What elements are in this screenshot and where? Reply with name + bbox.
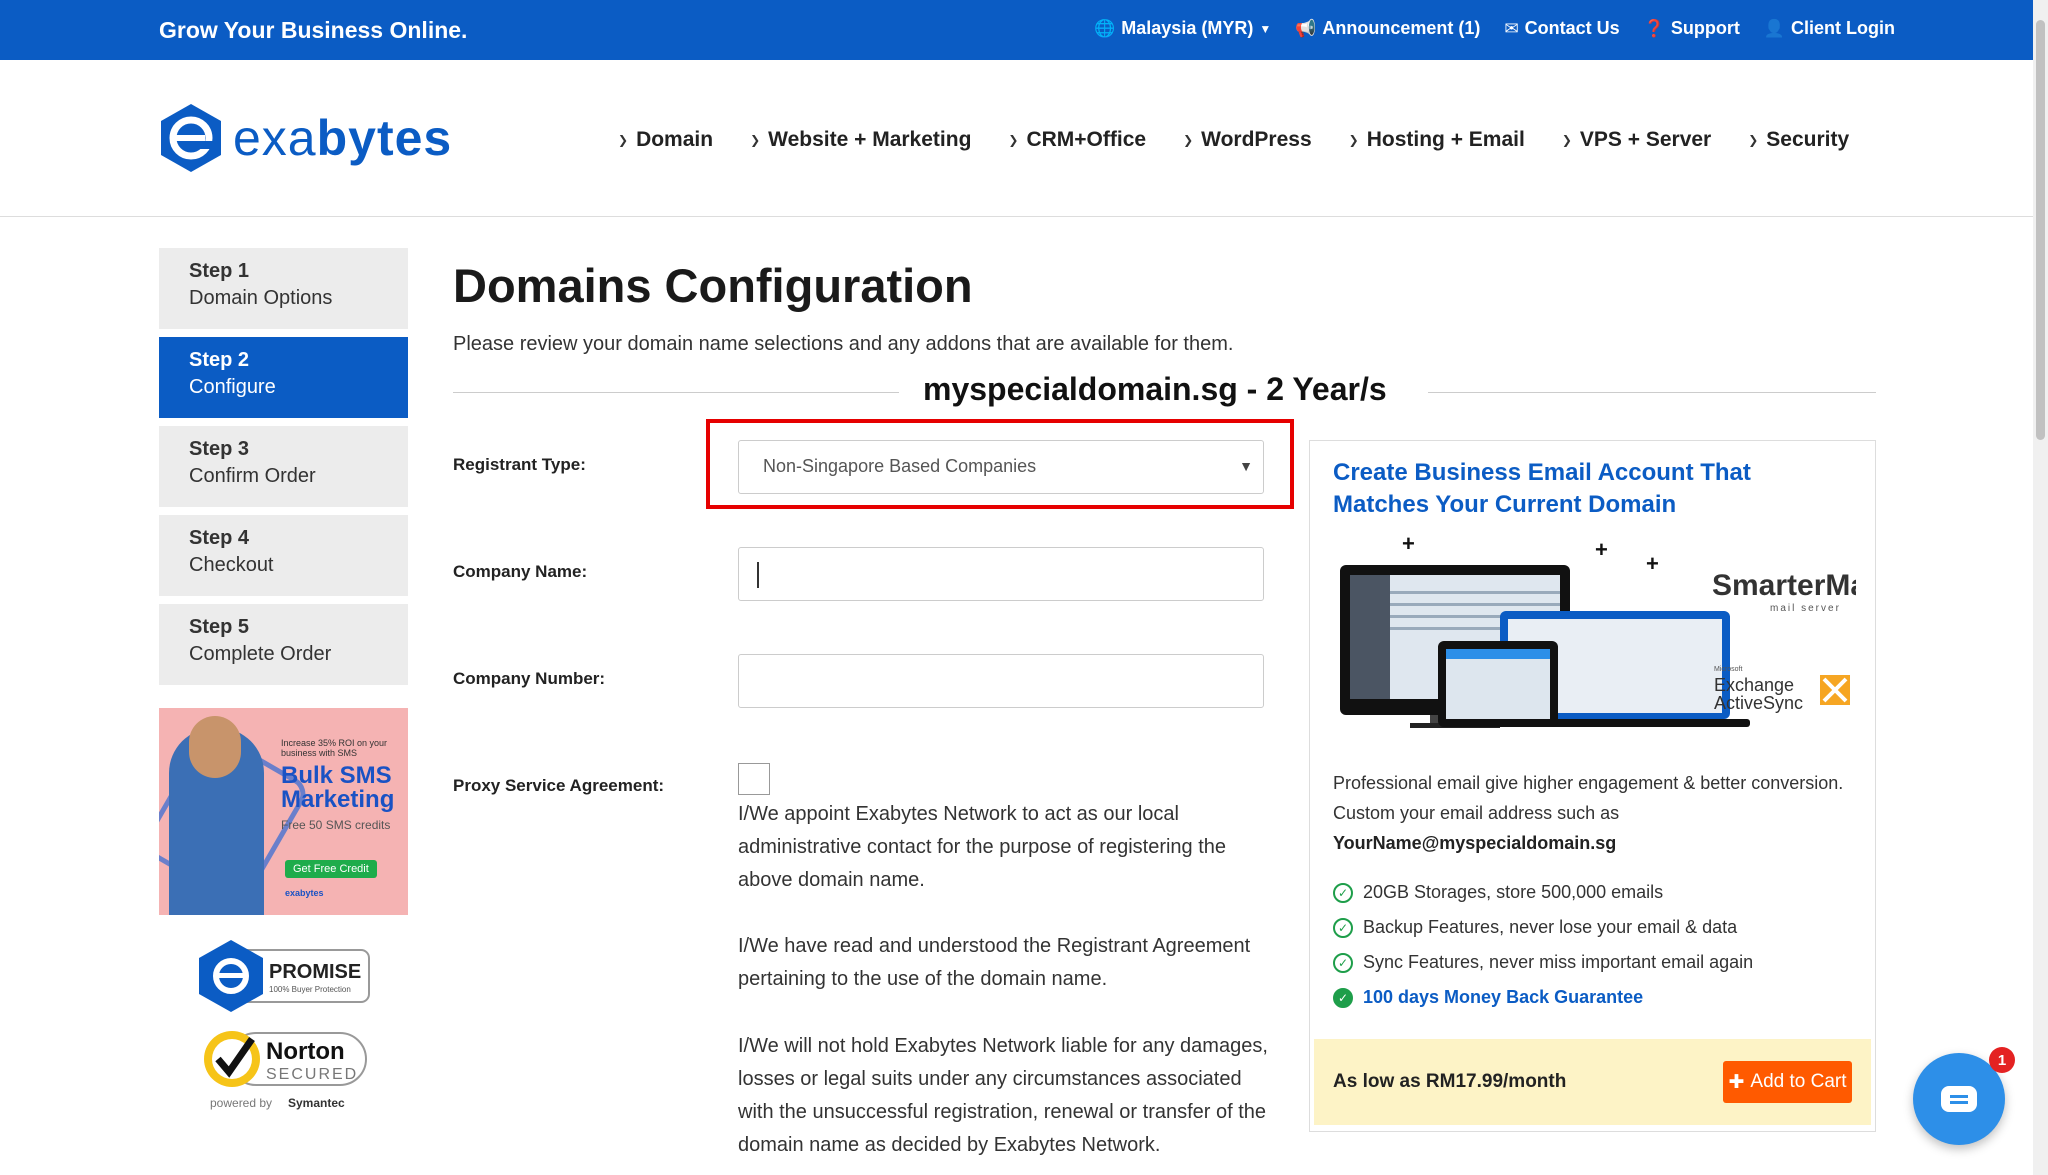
svg-text:+: + bbox=[1402, 531, 1415, 556]
company-name-input[interactable] bbox=[738, 547, 1264, 601]
chevron-down-icon: ❯ bbox=[750, 133, 761, 147]
chat-notification-badge: 1 bbox=[1989, 1047, 2015, 1073]
chevron-down-icon: ❯ bbox=[1348, 133, 1359, 147]
support-link[interactable]: ❓ Support bbox=[1644, 18, 1740, 39]
list-item: ✓ Sync Features, never miss important ema… bbox=[1333, 945, 1753, 980]
client-login-link[interactable]: 👤 Client Login bbox=[1764, 18, 1895, 39]
chevron-down-icon: ❯ bbox=[1561, 133, 1572, 147]
svg-text:+: + bbox=[1646, 551, 1659, 576]
chevron-down-icon: ❯ bbox=[1748, 133, 1759, 147]
chevron-down-icon: ❯ bbox=[1008, 133, 1019, 147]
page-title: Domains Configuration bbox=[453, 259, 973, 312]
divider-left bbox=[453, 392, 899, 393]
text-caret bbox=[757, 562, 759, 588]
chevron-down-icon: ❯ bbox=[1183, 133, 1194, 147]
top-nav: 🌐 Malaysia (MYR) ▼ 📢 Announcement (1) ✉ … bbox=[1094, 18, 1895, 39]
price-text: As low as RM17.99/month bbox=[1333, 1071, 1567, 1092]
check-circle-icon: ✓ bbox=[1333, 882, 1353, 903]
divider-right bbox=[1428, 392, 1876, 393]
user-icon: 👤 bbox=[1763, 18, 1786, 38]
svg-text:Exchange: Exchange bbox=[1714, 675, 1794, 695]
company-name-label: Company Name: bbox=[453, 562, 588, 581]
step-confirm-order[interactable]: Step 3 Confirm Order bbox=[159, 426, 408, 507]
chat-widget-button[interactable]: 1 bbox=[1913, 1047, 2015, 1145]
price-bar: As low as RM17.99/month ✚ Add to Cart bbox=[1314, 1039, 1871, 1125]
card-description: Professional email give higher engagemen… bbox=[1333, 773, 1844, 853]
svg-text:ActiveSync: ActiveSync bbox=[1714, 693, 1803, 713]
proxy-agreement-checkbox[interactable] bbox=[738, 763, 770, 795]
business-email-card: Create Business Email Account That Match… bbox=[1309, 440, 1876, 1132]
site-header: exabytes ❯ Domain ❯ Website + Marketing ❯ C… bbox=[0, 60, 2048, 217]
card-heading: Create Business Email Account That Match… bbox=[1333, 459, 1751, 518]
check-circle-icon: ✓ bbox=[1333, 987, 1353, 1008]
proxy-agreement-label: Proxy Service Agreement: bbox=[453, 776, 665, 795]
step-complete-order[interactable]: Step 5 Complete Order bbox=[159, 604, 408, 685]
chat-bubble-icon bbox=[1941, 1086, 1977, 1112]
agreement-paragraph-3: I/We will not hold Exabytes Network liab… bbox=[738, 1035, 1268, 1156]
svg-text:PROMISE: PROMISE bbox=[269, 961, 361, 983]
step-domain-options[interactable]: Step 1 Domain Options bbox=[159, 248, 408, 329]
nav-domain[interactable]: ❯ Domain bbox=[618, 128, 713, 152]
step-checkout[interactable]: Step 4 Checkout bbox=[159, 515, 408, 596]
company-number-label: Company Number: bbox=[453, 669, 606, 688]
nav-website-marketing[interactable]: ❯ Website + Marketing bbox=[750, 128, 971, 152]
nav-hosting-email[interactable]: ❯ Hosting + Email bbox=[1349, 128, 1525, 152]
vertical-scrollbar[interactable] bbox=[2033, 0, 2048, 1175]
check-circle-icon: ✓ bbox=[1333, 952, 1353, 973]
nav-crm-office[interactable]: ❯ CRM+Office bbox=[1008, 128, 1146, 152]
svg-text:Microsoft: Microsoft bbox=[1714, 666, 1742, 673]
check-circle-icon: ✓ bbox=[1333, 917, 1353, 938]
announcement-link[interactable]: 📢 Announcement (1) bbox=[1295, 18, 1480, 39]
bulk-sms-promo-banner[interactable]: Increase 35% ROI on your business with S… bbox=[159, 708, 408, 915]
logo-hex-icon bbox=[161, 104, 221, 172]
svg-text:100% Buyer Protection: 100% Buyer Protection bbox=[269, 985, 351, 994]
registrant-type-label: Registrant Type: bbox=[453, 455, 586, 474]
envelope-icon: ✉ bbox=[1504, 18, 1519, 38]
list-item: ✓ Backup Features, never lose your email … bbox=[1333, 910, 1753, 945]
page-subtitle: Please review your domain name selection… bbox=[453, 333, 1234, 355]
get-free-credit-button[interactable]: Get Free Credit bbox=[285, 860, 377, 878]
top-bar: Grow Your Business Online. 🌐 Malaysia (M… bbox=[0, 0, 2048, 60]
highlight-box bbox=[706, 419, 1294, 509]
promise-badge: PROMISE 100% Buyer Protection bbox=[199, 940, 370, 1012]
devices-illustration: + + + SmarterMail mail server Microsoft … bbox=[1340, 531, 1856, 728]
plus-icon: ✚ bbox=[1728, 1071, 1745, 1093]
svg-text:mail server: mail server bbox=[1770, 603, 1841, 614]
contact-link[interactable]: ✉ Contact Us bbox=[1504, 18, 1619, 39]
nav-wordpress[interactable]: ❯ WordPress bbox=[1183, 128, 1312, 152]
company-number-input[interactable] bbox=[738, 654, 1264, 708]
svg-text:SECURED: SECURED bbox=[266, 1066, 358, 1083]
svg-text:SmarterMail: SmarterMail bbox=[1712, 569, 1856, 602]
agreement-paragraph-2: I/We have read and understood the Regist… bbox=[738, 935, 1251, 990]
add-to-cart-button[interactable]: ✚ Add to Cart bbox=[1723, 1061, 1852, 1103]
question-icon: ❓ bbox=[1643, 18, 1665, 38]
step-configure[interactable]: Step 2 Configure bbox=[159, 337, 408, 418]
chevron-down-icon: ▼ bbox=[1259, 21, 1272, 36]
checkout-steps: Step 1 Domain Options Step 2 Configure Ste… bbox=[159, 248, 408, 693]
feature-list: ✓ 20GB Storages, store 500,000 emails ✓ Ba… bbox=[1333, 875, 1753, 1015]
globe-icon: 🌐 bbox=[1094, 18, 1116, 38]
megaphone-icon: 📢 bbox=[1295, 18, 1317, 38]
chevron-down-icon: ❯ bbox=[618, 133, 629, 147]
person-head bbox=[189, 716, 241, 778]
nav-security[interactable]: ❯ Security bbox=[1748, 128, 1849, 152]
list-item: ✓ 20GB Storages, store 500,000 emails bbox=[1333, 875, 1753, 910]
agreement-paragraph-1: I/We appoint Exabytes Network to act as … bbox=[738, 803, 1227, 891]
svg-text:powered by: powered by bbox=[210, 1096, 272, 1110]
svg-text:Symantec: Symantec bbox=[288, 1096, 345, 1110]
exabytes-logo[interactable]: exabytes bbox=[159, 102, 452, 174]
nav-vps-server[interactable]: ❯ VPS + Server bbox=[1562, 128, 1711, 152]
svg-text:+: + bbox=[1595, 537, 1608, 562]
tagline: Grow Your Business Online. bbox=[159, 17, 468, 43]
scrollbar-thumb[interactable] bbox=[2036, 20, 2045, 440]
currency-selector[interactable]: 🌐 Malaysia (MYR) ▼ bbox=[1094, 18, 1271, 39]
main-nav: ❯ Domain ❯ Website + Marketing ❯ CRM+Office… bbox=[618, 128, 1849, 152]
list-item: ✓ 100 days Money Back Guarantee bbox=[1333, 980, 1753, 1015]
domain-heading: myspecialdomain.sg - 2 Year/s bbox=[923, 371, 1387, 407]
norton-secured-badge: Norton SECURED powered by Symantec bbox=[204, 1031, 367, 1110]
svg-text:Norton: Norton bbox=[266, 1038, 345, 1065]
